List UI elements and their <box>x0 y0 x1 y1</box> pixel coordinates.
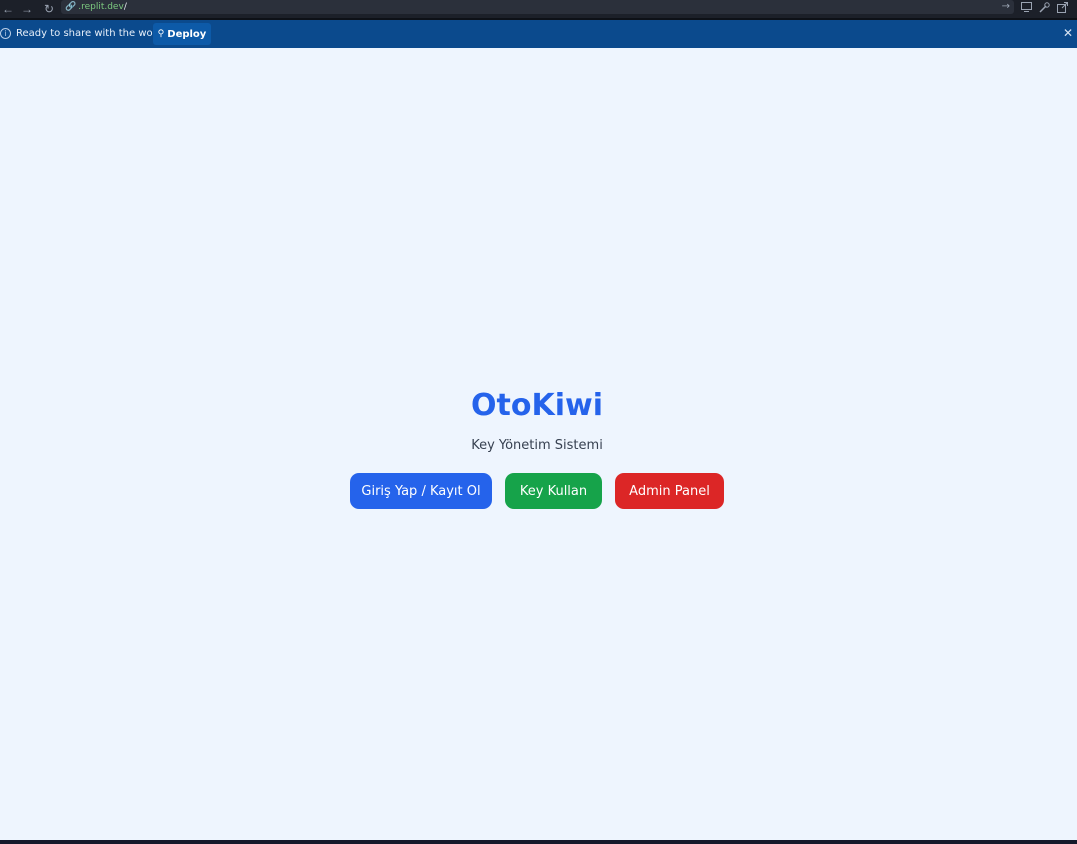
address-bar[interactable]: 🔗 .replit.dev / → <box>61 0 1014 14</box>
bottom-edge <box>0 840 1077 844</box>
url-path: / <box>123 2 127 12</box>
monitor-icon[interactable] <box>1020 1 1032 13</box>
back-icon[interactable]: ← <box>0 1 16 17</box>
forward-icon[interactable]: → <box>19 1 35 17</box>
page-subtitle: Key Yönetim Sistemi <box>471 438 603 453</box>
banner-text: Ready to share with the world? <box>16 28 172 39</box>
toolbar-tools <box>1020 0 1068 14</box>
wrench-icon[interactable] <box>1038 1 1050 13</box>
deploy-banner: i Ready to share with the world? ⚲ Deplo… <box>0 20 1077 48</box>
login-register-button[interactable]: Giriş Yap / Kayıt Ol <box>350 473 492 509</box>
deploy-button-label: Deploy <box>167 28 207 40</box>
deploy-icon: ⚲ <box>157 29 165 39</box>
link-icon: 🔗 <box>65 2 77 12</box>
go-arrow-icon[interactable]: → <box>1002 1 1010 12</box>
close-icon[interactable]: ✕ <box>1062 27 1074 39</box>
reload-icon[interactable]: ↻ <box>41 1 57 17</box>
admin-panel-button[interactable]: Admin Panel <box>615 473 724 509</box>
deploy-button[interactable]: ⚲ Deploy <box>153 23 211 45</box>
browser-toolbar: ← → ↻ 🔗 .replit.dev / → <box>0 0 1077 18</box>
use-key-button[interactable]: Key Kullan <box>505 473 602 509</box>
info-icon: i <box>0 28 11 39</box>
app-main: OtoKiwi Key Yönetim Sistemi Giriş Yap / … <box>0 48 1077 840</box>
url-host: .replit.dev <box>78 2 124 12</box>
page-title: OtoKiwi <box>471 388 603 423</box>
external-link-icon[interactable] <box>1056 1 1068 13</box>
